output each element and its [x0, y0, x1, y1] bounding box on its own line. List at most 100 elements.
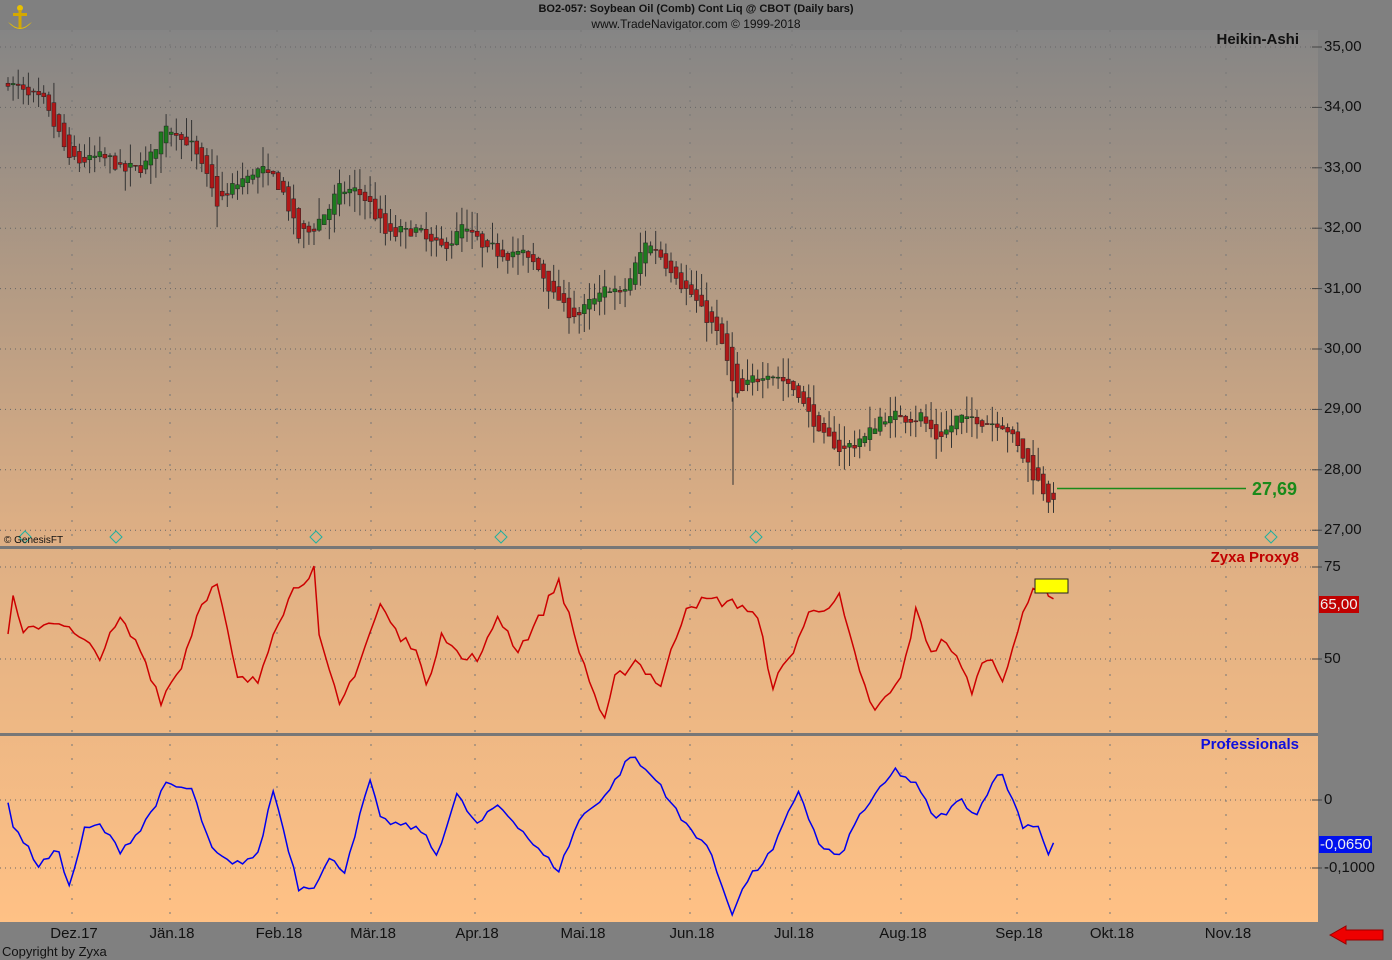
candle-body [709, 311, 715, 323]
x-tick-label: Apr.18 [455, 925, 499, 942]
candle-body [337, 183, 342, 205]
candle-body [352, 187, 358, 192]
candle-body [607, 291, 613, 293]
candle-body [276, 172, 281, 190]
candle-body [260, 166, 266, 174]
candle-body [490, 242, 495, 245]
candle-body [551, 280, 556, 293]
candle-body [372, 198, 378, 220]
candle-body [194, 140, 199, 155]
candle-body [888, 416, 893, 424]
candle-body [1030, 455, 1036, 481]
candle-body [724, 333, 730, 361]
candle-body [780, 377, 786, 382]
candle-body [622, 289, 628, 292]
candle-body [821, 423, 827, 433]
candle-body [1046, 483, 1051, 503]
y-tick-label: 28,00 [1324, 460, 1362, 478]
candle-body [908, 419, 913, 423]
candle-body [1010, 429, 1015, 435]
candle-body [469, 229, 475, 233]
x-tick-label: Nov.18 [1204, 925, 1252, 942]
candle-body [556, 286, 562, 301]
x-tick-label: Jän.18 [149, 925, 195, 942]
candle-body [638, 252, 643, 274]
professionals-panel-title: Professionals [1200, 736, 1299, 753]
candle-body [123, 163, 128, 172]
candle-body [449, 243, 454, 246]
y-tick-label: 33,00 [1324, 158, 1362, 176]
candle-body [928, 419, 934, 430]
candle-body [566, 297, 572, 319]
candle-body [847, 443, 852, 448]
candle-body [668, 260, 674, 274]
candle-body [301, 223, 307, 229]
candle-body [582, 304, 587, 314]
candle-body [1025, 448, 1031, 463]
highlight-box [1034, 578, 1069, 594]
chart-area[interactable] [0, 30, 1392, 925]
candle-body [515, 251, 521, 255]
scroll-left-arrow-icon[interactable] [1328, 924, 1386, 946]
candle-body [974, 416, 980, 425]
candle-body [179, 134, 184, 140]
x-tick-label: Sep.18 [995, 925, 1043, 942]
candle-body [735, 363, 740, 394]
candle-body [597, 292, 602, 302]
y-tick-label: 0 [1324, 791, 1333, 808]
proxy-last-value: 65,00 [1319, 596, 1359, 613]
panel-separator [0, 733, 1318, 736]
candle-body [719, 323, 725, 344]
x-tick-label: Jul.18 [773, 925, 815, 942]
candle-body [872, 428, 878, 434]
candle-body [704, 300, 709, 323]
candle-body [444, 241, 449, 249]
candle-body [138, 165, 143, 174]
proxy-panel-title: Zyxa Proxy8 [1210, 549, 1299, 566]
y-tick-label: -0,1000 [1324, 859, 1375, 876]
candle-body [984, 423, 990, 425]
candle-body [46, 94, 52, 111]
candle-body [918, 412, 924, 422]
y-tick-label: 35,00 [1324, 38, 1362, 55]
candle-body [857, 438, 862, 447]
x-tick-label: Okt.18 [1089, 925, 1135, 942]
candle-body [245, 175, 250, 183]
candle-body [56, 114, 62, 132]
candle-body [72, 146, 77, 157]
candle-body [678, 272, 684, 290]
candle-body [969, 416, 975, 418]
candle-body [867, 427, 873, 440]
professionals-last-value: -0,0650 [1319, 836, 1372, 853]
candle-body [525, 251, 531, 258]
candle-body [143, 160, 148, 170]
candle-body [750, 375, 755, 383]
candle-body [281, 180, 286, 193]
candle-body [255, 168, 261, 178]
x-tick-label: Mai.18 [560, 925, 606, 942]
candle-body [913, 420, 919, 423]
candle-body [796, 385, 801, 398]
candle-body [51, 102, 57, 127]
candle-body [877, 416, 883, 432]
candle-body [311, 228, 317, 232]
x-tick-label: Aug.18 [879, 925, 927, 942]
candle-body [327, 208, 332, 220]
candle-body [418, 228, 424, 231]
candle-body [107, 155, 113, 157]
candle-body [791, 381, 796, 391]
candle-body [658, 249, 664, 258]
x-tick-label: Dez.17 [50, 925, 98, 942]
candle-body [760, 378, 766, 381]
candle-body [41, 92, 46, 97]
candle-body [811, 404, 817, 427]
candle-body [893, 410, 898, 420]
candle-body [959, 414, 964, 423]
x-tick-label: Jun.18 [669, 925, 715, 942]
candle-body [592, 298, 597, 305]
candle-body [378, 208, 383, 219]
candle-body [1015, 431, 1021, 446]
candle-body [393, 227, 398, 237]
panel-separator [0, 546, 1318, 549]
candle-body [755, 378, 760, 383]
